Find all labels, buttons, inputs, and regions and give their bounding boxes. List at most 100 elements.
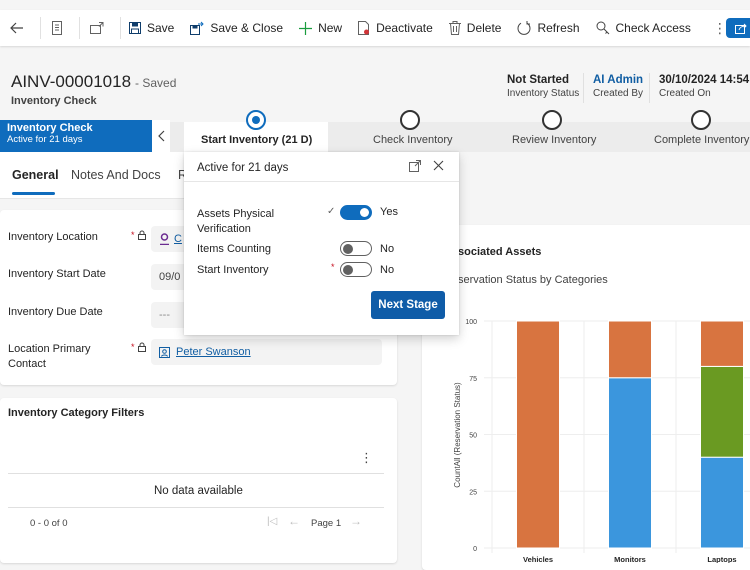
open-new-window-button[interactable] — [80, 10, 120, 46]
trash-icon — [448, 21, 461, 35]
x-tick-label: Monitors — [614, 555, 646, 563]
tab-general[interactable]: General — [12, 168, 59, 182]
field-label-assets-physical-verification: Assets Physical Verification — [197, 208, 275, 235]
stage-icon[interactable] — [542, 110, 562, 130]
stage-label-complete-inventory[interactable]: Complete Inventory — [654, 134, 749, 146]
stage-active-icon[interactable] — [246, 110, 266, 130]
field-label-inventory-location: Inventory Location — [8, 231, 98, 243]
close-icon[interactable] — [433, 160, 444, 171]
plus-icon — [299, 21, 313, 35]
share-button[interactable] — [726, 18, 750, 38]
location-icon — [160, 233, 169, 245]
header-field-created-by: AI Admin Created By — [593, 74, 644, 99]
category-filters-subgrid — [0, 398, 397, 563]
divider — [184, 181, 459, 182]
stage-icon[interactable] — [691, 110, 711, 130]
divider — [8, 473, 384, 474]
arrow-left-icon — [10, 22, 23, 34]
tab-notes-and-docs[interactable]: Notes And Docs — [71, 168, 161, 182]
contact-link[interactable]: Peter Swanson — [176, 346, 251, 358]
save-status: - Saved — [135, 76, 177, 90]
y-tick-label: 100 — [465, 319, 477, 326]
stage-label-check-inventory[interactable]: Check Inventory — [373, 134, 452, 146]
required-indicator: * — [331, 262, 335, 272]
page-indicator: Page 1 — [311, 518, 342, 529]
next-stage-button[interactable]: Next Stage — [371, 291, 445, 319]
dock-icon[interactable] — [409, 160, 421, 172]
y-axis-ticks: 0 25 50 75 100 — [465, 319, 477, 553]
active-tab-indicator — [12, 192, 55, 195]
command-bar: Save Save & Close New Deactivate Delete … — [0, 10, 750, 46]
previous-page-button[interactable]: ← — [288, 514, 300, 528]
form-view-button[interactable] — [41, 10, 79, 46]
lock-icon — [138, 230, 146, 240]
required-indicator: * — [131, 342, 135, 352]
back-button[interactable] — [0, 10, 40, 46]
lock-icon — [138, 342, 146, 352]
delete-button[interactable]: Delete — [441, 10, 510, 46]
chart-bars — [516, 320, 744, 549]
refresh-icon — [517, 21, 531, 35]
reservation-status-chart: CountAll (Reservation Status) 0 25 50 75 100… — [453, 319, 750, 563]
deactivate-icon — [358, 21, 370, 35]
entity-name: Inventory Check — [11, 95, 97, 107]
bar-segment — [700, 320, 744, 367]
deactivate-button[interactable]: Deactivate — [350, 10, 441, 46]
stage-flyout: Active for 21 days Assets Physical Verif… — [184, 152, 459, 335]
y-tick-label: 50 — [469, 433, 477, 440]
assets-physical-verification-toggle[interactable] — [340, 205, 372, 220]
stage-icon[interactable] — [400, 110, 420, 130]
x-tick-label: Vehicles — [523, 555, 553, 563]
location-primary-contact-lookup[interactable]: Peter Swanson — [151, 339, 382, 365]
toggle-value: No — [380, 243, 395, 255]
divider — [8, 507, 384, 508]
divider — [0, 198, 190, 199]
next-page-button[interactable]: → — [350, 514, 362, 528]
bar-segment — [516, 320, 560, 549]
y-tick-label: 75 — [469, 376, 477, 383]
y-tick-label: 0 — [473, 546, 477, 553]
header-field-created-on: 30/10/2024 14:54 Created On — [659, 74, 750, 99]
refresh-button[interactable]: Refresh — [509, 10, 587, 46]
record-id: AINV-00001018 — [11, 72, 132, 91]
y-tick-label: 25 — [469, 489, 477, 496]
x-axis-ticks: Vehicles Monitors Laptops — [523, 555, 737, 563]
field-label-start-inventory: Start Inventory — [197, 264, 269, 276]
start-inventory-toggle[interactable] — [340, 262, 372, 277]
divider — [583, 73, 584, 103]
items-counting-toggle[interactable] — [340, 241, 372, 256]
process-summary[interactable]: Inventory Check Active for 21 days — [0, 120, 152, 152]
required-indicator: * — [131, 230, 135, 240]
y-axis-label: CountAll (Reservation Status) — [453, 382, 462, 488]
first-page-button[interactable]: |◁ — [267, 516, 277, 527]
save-and-close-button[interactable]: Save & Close — [182, 10, 291, 46]
new-button[interactable]: New — [291, 10, 350, 46]
empty-message: No data available — [154, 485, 243, 497]
bar-segment — [608, 377, 652, 549]
check-icon: ✓ — [327, 206, 336, 217]
created-by-link[interactable]: AI Admin — [593, 74, 643, 86]
header-field-inventory-status: Not Started Inventory Status — [507, 74, 580, 99]
check-access-button[interactable]: Check Access — [588, 10, 699, 46]
stage-label-review-inventory[interactable]: Review Inventory — [512, 134, 596, 146]
flyout-title: Active for 21 days — [197, 162, 289, 174]
save-button[interactable]: Save — [121, 10, 182, 46]
record-count: 0 - 0 of 0 — [30, 518, 68, 529]
field-label-inventory-start-date: Inventory Start Date — [8, 268, 106, 280]
bar-segment — [700, 365, 744, 458]
chart-title: servation Status by Categories — [458, 274, 608, 286]
stage-label-start-inventory[interactable]: Start Inventory (21 D) — [201, 134, 312, 146]
save-icon — [129, 22, 141, 34]
toggle-value: No — [380, 264, 395, 276]
subgrid-title: Inventory Category Filters — [8, 407, 145, 419]
subgrid-more-button[interactable]: ⋮ — [360, 450, 373, 466]
chevron-left-icon — [157, 130, 164, 142]
bar-segment — [700, 456, 744, 549]
field-label-items-counting: Items Counting — [197, 243, 271, 255]
collapse-process-button[interactable] — [152, 120, 170, 152]
field-label-inventory-due-date: Inventory Due Date — [8, 306, 103, 318]
field-label-location-primary-contact: Location Primary Contact — [8, 343, 91, 370]
key-icon — [596, 21, 609, 35]
x-tick-label: Laptops — [707, 555, 736, 563]
toggle-value: Yes — [380, 206, 398, 218]
